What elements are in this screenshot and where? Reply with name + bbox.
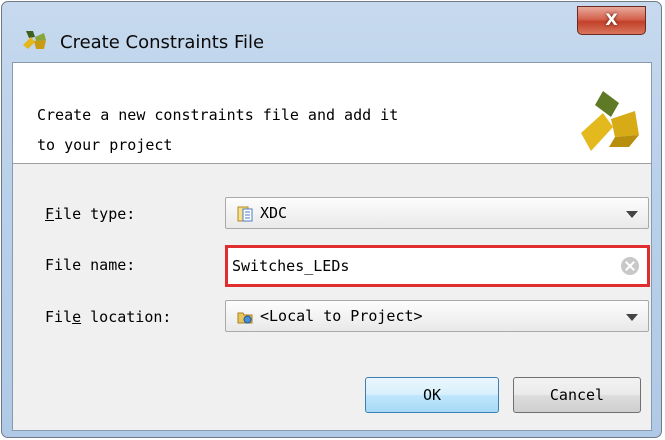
header-panel: Create a new constraints file and add it… xyxy=(13,63,651,164)
cancel-button[interactable]: Cancel xyxy=(513,377,641,413)
file-location-dropdown[interactable]: <Local to Project> xyxy=(225,300,649,332)
clear-icon[interactable] xyxy=(621,257,639,275)
title-bar[interactable]: Create Constraints File X xyxy=(2,2,661,56)
vivado-app-icon xyxy=(23,31,46,49)
dialog-window: Create Constraints File X Create a new c… xyxy=(1,1,662,438)
file-location-value: <Local to Project> xyxy=(260,307,423,325)
chevron-down-icon[interactable] xyxy=(626,211,638,218)
vivado-logo-icon xyxy=(581,91,639,151)
file-name-label: File name: xyxy=(45,256,136,274)
close-button[interactable]: X xyxy=(577,6,646,35)
chevron-down-icon[interactable] xyxy=(626,314,638,321)
xdc-file-icon xyxy=(237,206,253,222)
window-title: Create Constraints File xyxy=(60,32,265,53)
file-type-dropdown[interactable]: XDC xyxy=(225,197,649,229)
file-name-input[interactable] xyxy=(232,251,602,281)
file-type-label: File type: xyxy=(45,205,136,223)
dialog-body: Create a new constraints file and add it… xyxy=(12,62,652,431)
header-description: Create a new constraints file and add it… xyxy=(37,106,399,154)
ok-button[interactable]: OK xyxy=(365,377,499,413)
file-name-field[interactable] xyxy=(225,245,650,287)
folder-icon xyxy=(237,312,253,324)
file-location-label: File location: xyxy=(45,308,172,326)
file-type-value: XDC xyxy=(260,204,288,222)
